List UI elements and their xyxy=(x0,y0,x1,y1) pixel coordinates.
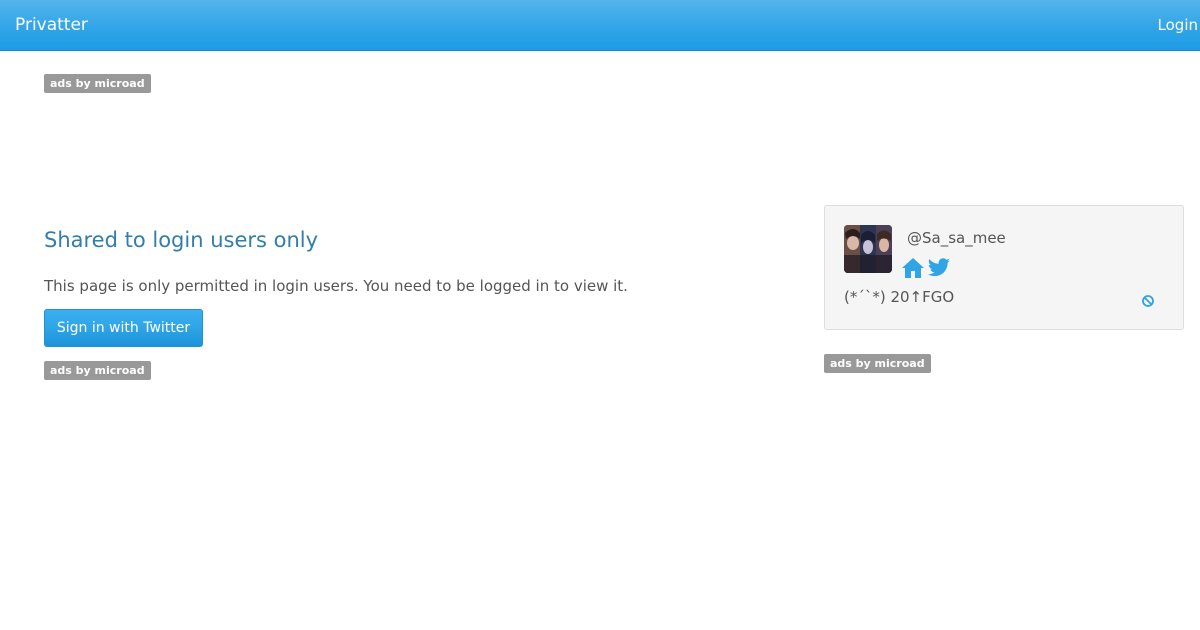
ad-label-side[interactable]: ads by microad xyxy=(824,354,931,373)
avatar[interactable] xyxy=(844,225,892,273)
block-icon[interactable] xyxy=(1141,293,1155,307)
ad-label-top[interactable]: ads by microad xyxy=(44,74,151,93)
top-navbar: Privatter Login xyxy=(0,0,1200,51)
login-link[interactable]: Login xyxy=(1158,15,1198,35)
brand-link[interactable]: Privatter xyxy=(15,14,88,36)
page-title: Shared to login users only xyxy=(44,228,319,252)
login-required-message: This page is only permitted in login use… xyxy=(44,277,628,295)
user-profile-card: @Sa_sa_mee (*´`*) 20↑FGO xyxy=(824,205,1184,330)
profile-bio: (*´`*) 20↑FGO xyxy=(844,288,955,306)
home-icon[interactable] xyxy=(901,257,925,279)
profile-username[interactable]: @Sa_sa_mee xyxy=(907,228,1006,248)
sign-in-with-twitter-button[interactable]: Sign in with Twitter xyxy=(44,309,203,347)
twitter-icon[interactable] xyxy=(927,257,951,279)
ad-label-main[interactable]: ads by microad xyxy=(44,361,151,380)
